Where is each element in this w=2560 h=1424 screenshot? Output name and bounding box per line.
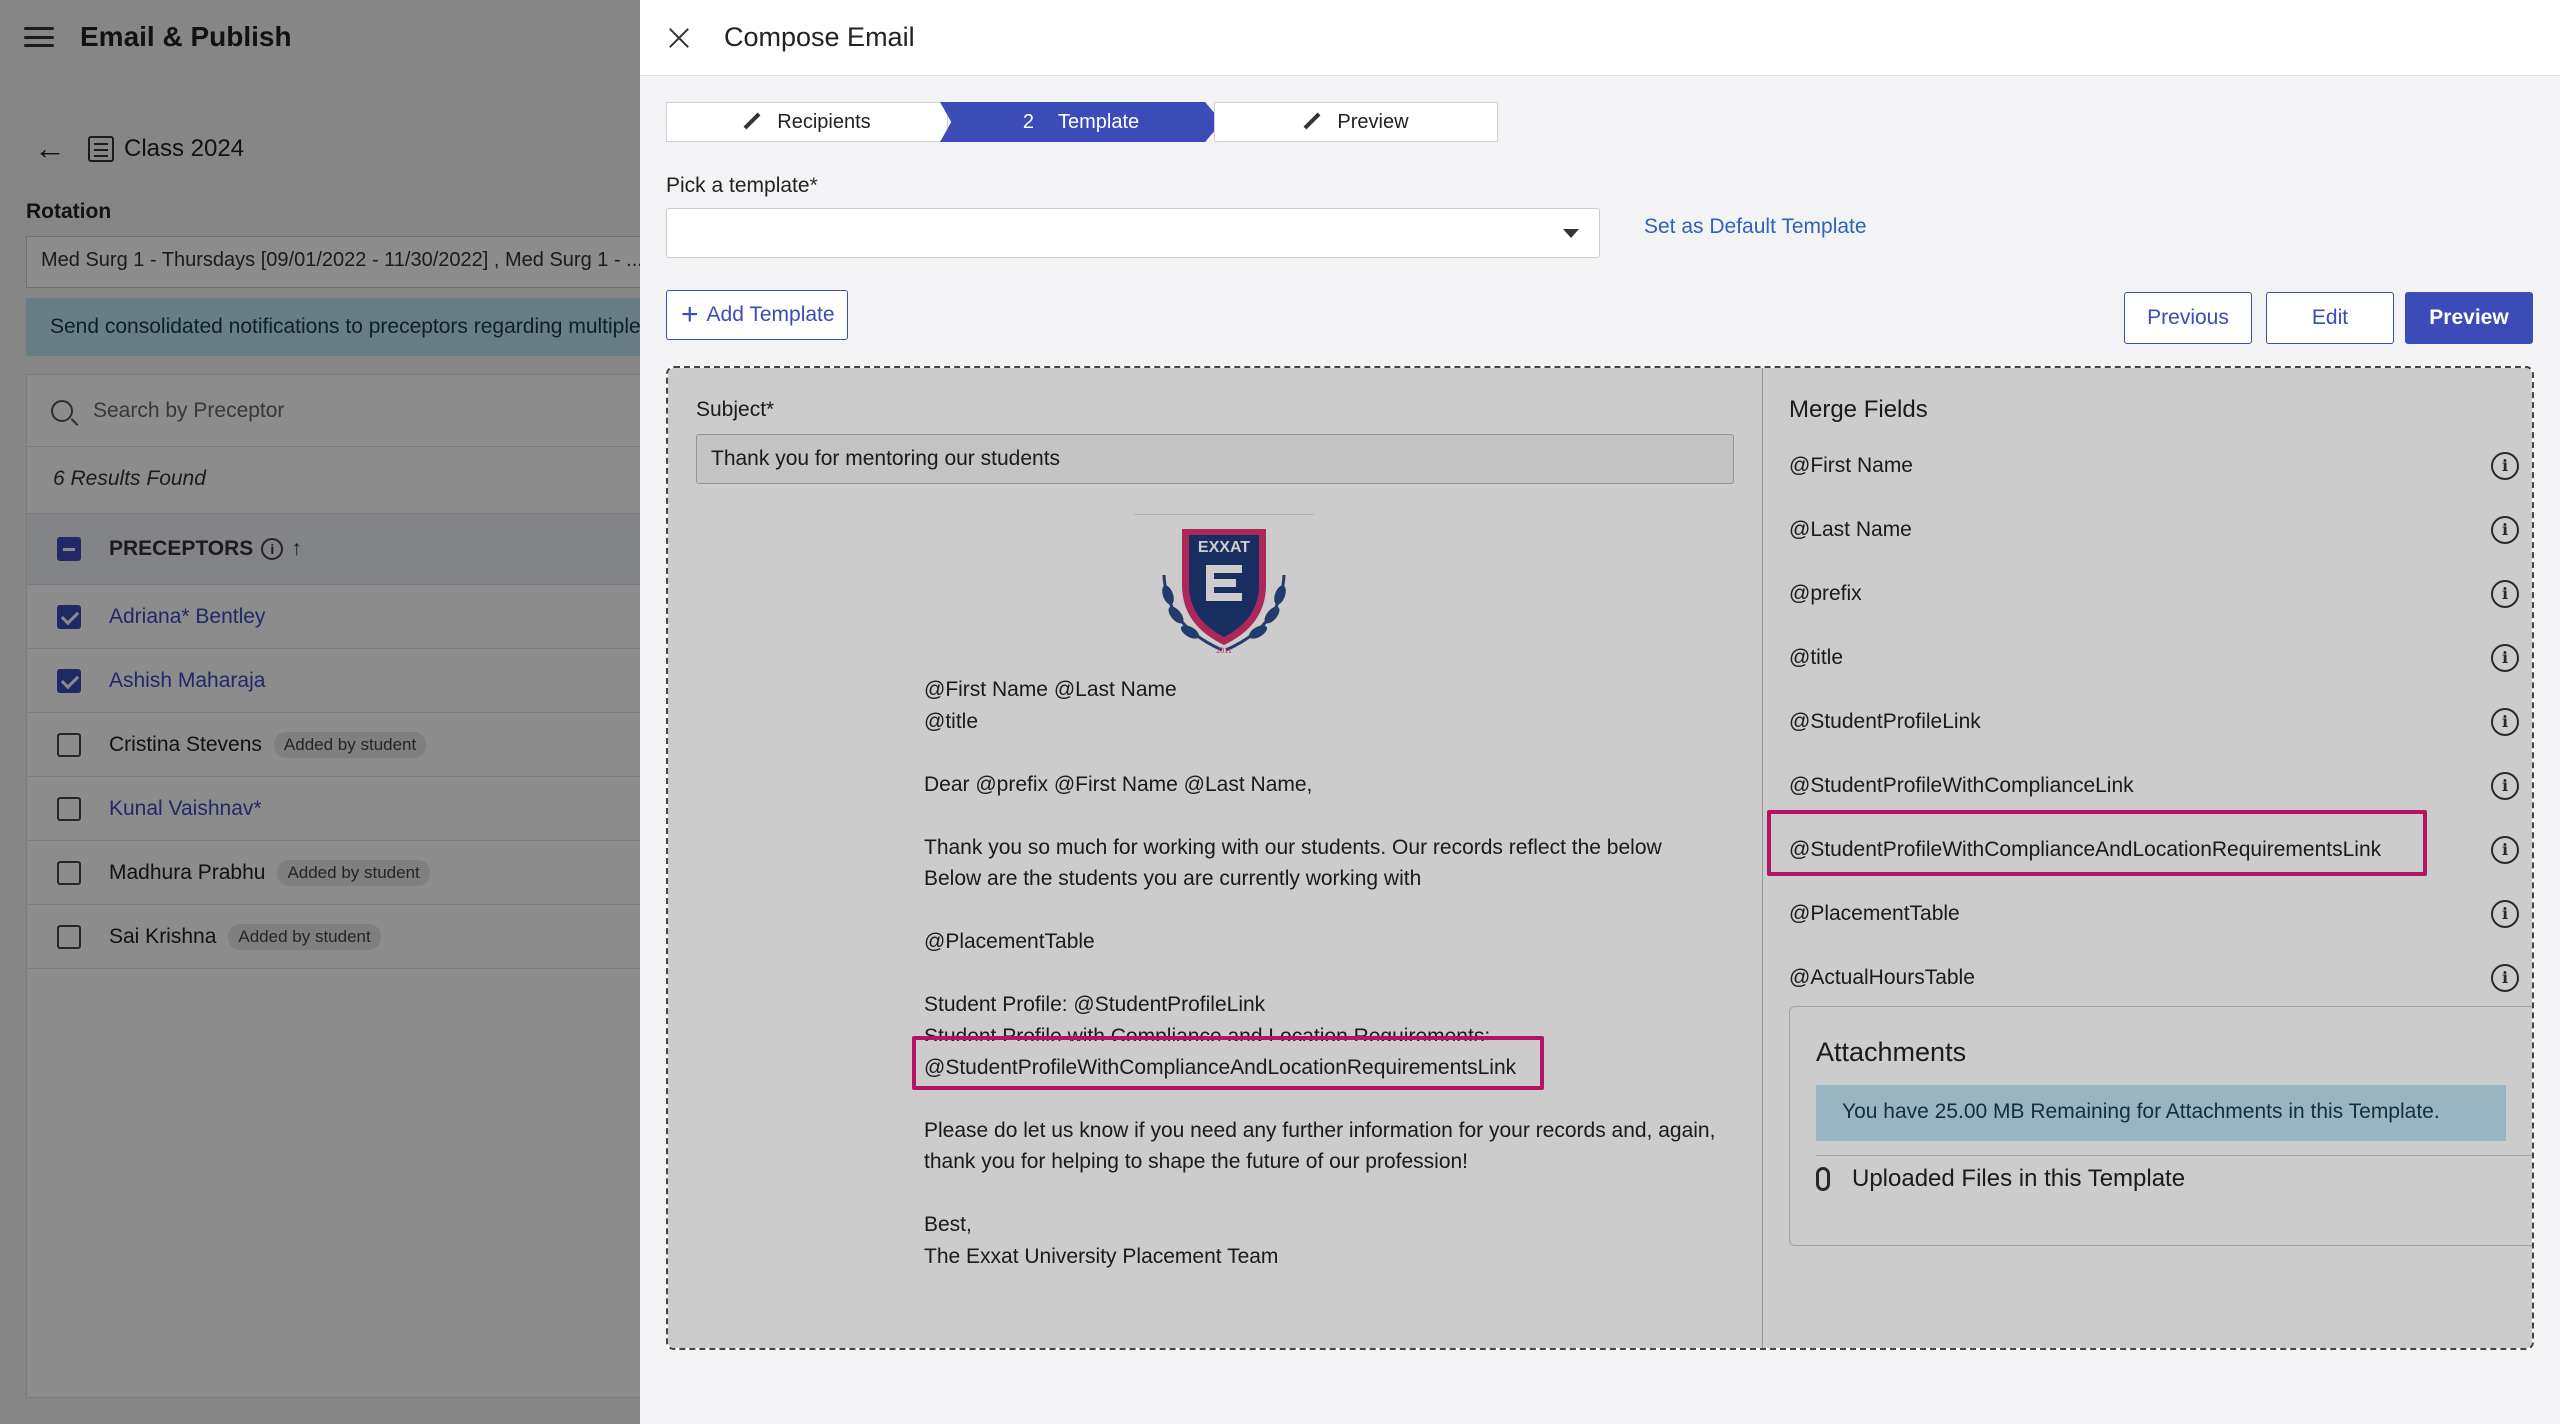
info-icon[interactable]: i: [2491, 900, 2519, 928]
body-line: @PlacementTable: [924, 930, 1095, 953]
body-line: Best,: [924, 1213, 972, 1236]
merge-field-item[interactable]: @PlacementTable i: [1789, 882, 2519, 946]
email-body-pane: Subject* Thank you for mentoring our stu…: [668, 368, 1762, 1348]
info-icon[interactable]: i: [2491, 452, 2519, 480]
preview-button[interactable]: Preview: [2405, 292, 2533, 344]
stepper: Recipients 2 Template Preview: [666, 102, 1498, 142]
merge-field-item[interactable]: @StudentProfileLink i: [1789, 690, 2519, 754]
attachments-card: Attachments You have 25.00 MB Remaining …: [1789, 1006, 2532, 1246]
step-template[interactable]: 2 Template: [940, 102, 1222, 142]
step-label: Template: [1057, 110, 1140, 133]
info-icon[interactable]: i: [2491, 708, 2519, 736]
divider: [1816, 1155, 2532, 1156]
uploaded-files[interactable]: Uploaded Files in this Template: [1816, 1165, 2185, 1193]
step-number: 2: [1022, 110, 1034, 133]
info-icon[interactable]: i: [2491, 580, 2519, 608]
body-line: Please do let us know if you need any fu…: [924, 1118, 1716, 1174]
plus-icon: +: [681, 298, 699, 331]
modal-backdrop[interactable]: [0, 0, 640, 1424]
step-label: Recipients: [777, 110, 871, 133]
subject-label: Subject*: [696, 398, 775, 421]
info-icon[interactable]: i: [2491, 836, 2519, 864]
caret-down-icon: [1563, 229, 1579, 238]
info-icon[interactable]: i: [2491, 964, 2519, 992]
compose-email-drawer: Compose Email Recipients 2 Template Prev…: [640, 0, 2560, 1424]
merge-field-item[interactable]: @Last Name i: [1789, 498, 2519, 562]
info-icon[interactable]: i: [2491, 644, 2519, 672]
merge-field-list: @First Name i @Last Name i @prefix i @title…: [1789, 434, 2519, 1010]
merge-field-item[interactable]: @First Name i: [1789, 434, 2519, 498]
body-line: The Exxat University Placement Team: [924, 1244, 1279, 1268]
merge-fields-pane: Merge Fields @First Name i @Last Name i @p…: [1762, 368, 2532, 1348]
merge-field-item[interactable]: @prefix i: [1789, 562, 2519, 626]
attachments-title: Attachments: [1816, 1037, 1967, 1067]
subject-input[interactable]: Thank you for mentoring our students: [696, 434, 1734, 484]
template-select[interactable]: [666, 208, 1600, 258]
step-recipients[interactable]: Recipients: [666, 102, 948, 142]
merge-field-item[interactable]: @StudentProfileWithComplianceLink i: [1789, 754, 2519, 818]
info-icon[interactable]: i: [2491, 772, 2519, 800]
pencil-icon: [1303, 113, 1321, 131]
body-line-highlighted: @StudentProfileWithComplianceAndLocation…: [924, 1055, 1517, 1079]
close-icon[interactable]: [664, 23, 694, 53]
body-line: Student Profile with Compliance and Loca…: [924, 1024, 1491, 1041]
drawer-title: Compose Email: [724, 22, 915, 52]
merge-field-item[interactable]: @ActualHoursTable i: [1789, 946, 2519, 1010]
info-icon[interactable]: i: [2491, 516, 2519, 544]
body-line: Thank you so much for working with our s…: [924, 835, 1662, 891]
body-line: Student Profile: @StudentProfileLink: [924, 993, 1266, 1016]
merge-field-item[interactable]: @StudentProfileWithComplianceAndLocation…: [1789, 818, 2519, 882]
previous-button[interactable]: Previous: [2124, 292, 2252, 344]
add-template-button[interactable]: + Add Template: [666, 290, 848, 340]
body-line: @First Name @Last Name: [924, 678, 1177, 701]
email-body[interactable]: @First Name @Last Name @title Dear @pref…: [924, 674, 1724, 1272]
body-line: @title: [924, 709, 978, 733]
svg-text:2011: 2011: [1216, 646, 1232, 655]
pick-template-label: Pick a template*: [666, 174, 818, 197]
set-default-template-link[interactable]: Set as Default Template: [1644, 215, 1867, 239]
attachments-banner: You have 25.00 MB Remaining for Attachme…: [1816, 1085, 2506, 1141]
template-editor: Subject* Thank you for mentoring our stu…: [666, 366, 2534, 1350]
body-line: Dear @prefix @First Name @Last Name,: [924, 772, 1313, 796]
svg-text:EXXAT: EXXAT: [1198, 539, 1250, 556]
edit-button[interactable]: Edit: [2266, 292, 2394, 344]
paperclip-icon: [1816, 1167, 1830, 1191]
step-label: Preview: [1337, 110, 1409, 133]
exxat-logo: EXXAT 2011: [1134, 514, 1314, 664]
pencil-icon: [743, 113, 761, 131]
merge-field-item[interactable]: @title i: [1789, 626, 2519, 690]
drawer-header: Compose Email: [640, 0, 2560, 76]
merge-fields-title: Merge Fields: [1789, 396, 1928, 423]
step-preview[interactable]: Preview: [1214, 102, 1498, 142]
